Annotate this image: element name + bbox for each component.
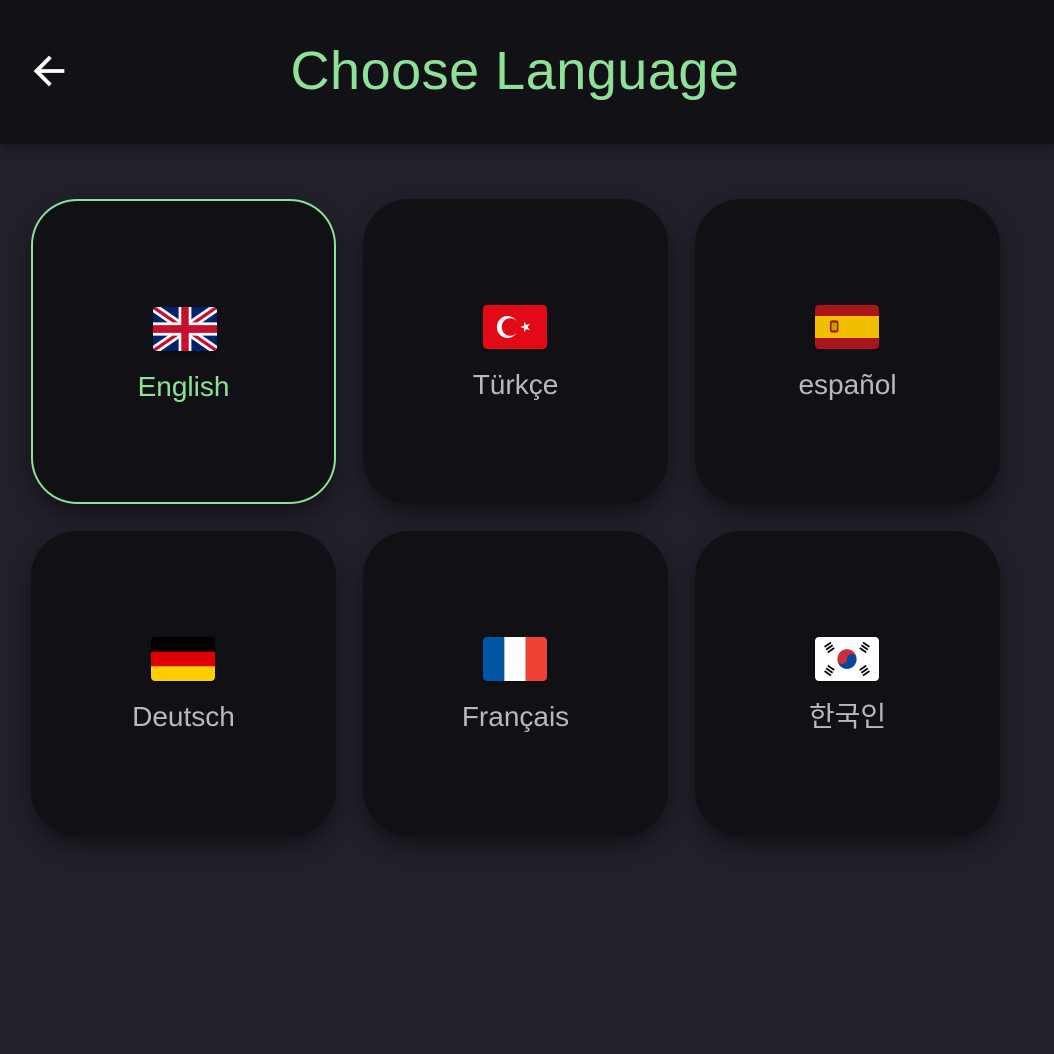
language-card-korean[interactable]: 한국인 [695, 531, 1000, 836]
top-app-bar: Choose Language [0, 0, 1054, 144]
language-label: español [798, 369, 897, 400]
language-card-spanish[interactable]: español [695, 199, 1000, 504]
language-label: 한국인 [808, 701, 887, 732]
uk-flag-icon [153, 307, 217, 351]
south-korea-flag-icon [815, 637, 879, 681]
france-flag-icon [483, 637, 547, 681]
germany-flag-icon [151, 637, 215, 681]
language-card-french[interactable]: Français [363, 531, 668, 836]
turkey-flag-icon [483, 305, 547, 349]
language-screen: Choose Language English Türkçe español D… [0, 0, 1054, 1054]
language-label: English [137, 371, 230, 402]
language-label: Türkçe [472, 369, 559, 400]
spain-flag-icon [815, 305, 879, 349]
language-label: Français [461, 701, 570, 732]
language-label: Deutsch [132, 701, 235, 732]
language-card-english[interactable]: English [31, 199, 336, 504]
page-title: Choose Language [290, 41, 740, 101]
language-grid: English Türkçe español Deutsch Français … [31, 199, 1001, 837]
language-card-turkish[interactable]: Türkçe [363, 199, 668, 504]
language-card-german[interactable]: Deutsch [31, 531, 336, 836]
